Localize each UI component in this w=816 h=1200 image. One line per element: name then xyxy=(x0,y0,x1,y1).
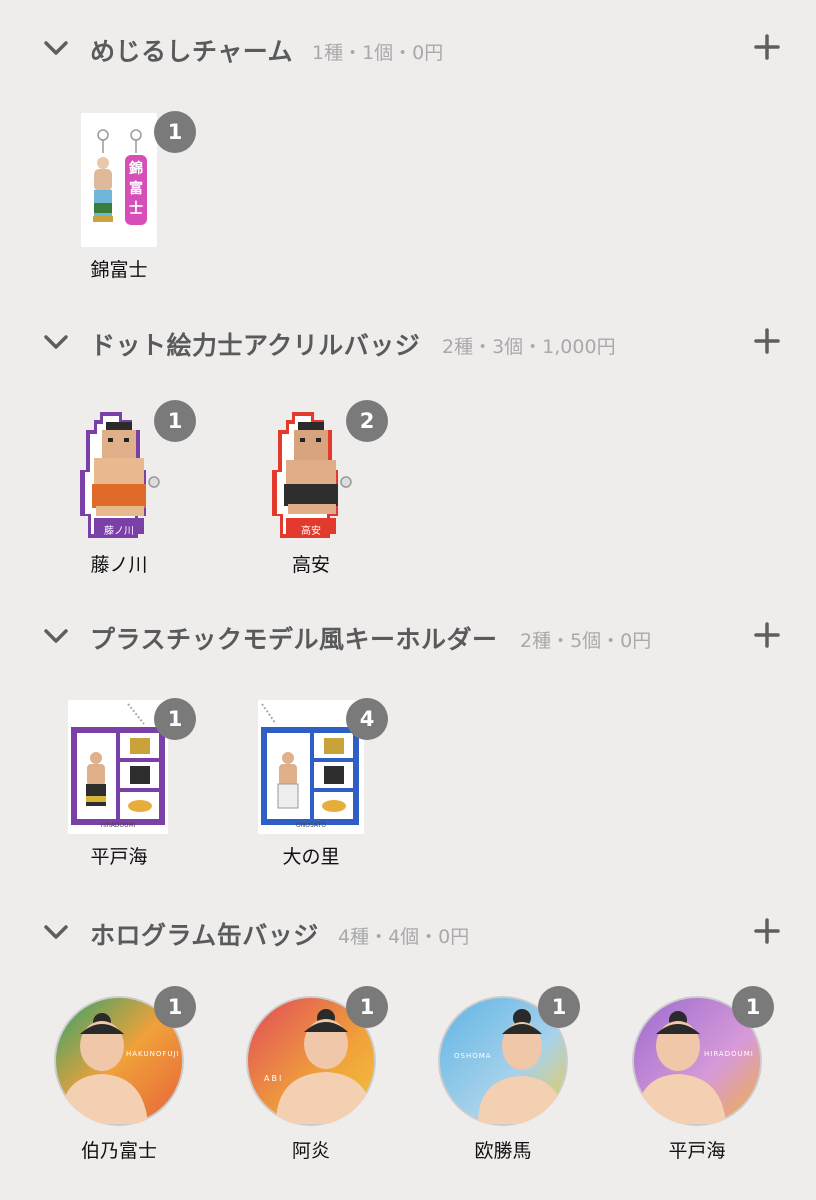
item-card[interactable]: ABI 1 阿炎 xyxy=(226,986,396,1168)
section-title: プラスチックモデル風キーホルダー xyxy=(90,625,498,654)
item-caption: ONOSATO xyxy=(296,822,326,829)
item-caption: ABI xyxy=(264,1074,284,1083)
chevron-down-icon[interactable] xyxy=(42,622,70,650)
count-badge: 1 xyxy=(154,698,196,740)
section-header: プラスチックモデル風キーホルダー 2種・5個・0円 xyxy=(0,616,816,656)
item-label: 平戸海 xyxy=(668,1140,726,1162)
item-image: HIRADOUMI xyxy=(68,700,168,834)
count-badge: 1 xyxy=(538,986,580,1028)
item-tag: 高安 xyxy=(301,526,321,537)
plus-icon[interactable] xyxy=(752,620,782,650)
item-caption: HIRADOUMI xyxy=(100,822,136,829)
section-summary: 2種・3個・1,000円 xyxy=(442,336,616,358)
item-card[interactable]: HIRADOUMI 1 平戸海 xyxy=(612,986,782,1168)
item-label: 欧勝馬 xyxy=(474,1140,532,1162)
item-caption: HIRADOUMI xyxy=(704,1050,754,1058)
item-label: 阿炎 xyxy=(291,1140,330,1162)
item-label: 大の里 xyxy=(282,846,340,868)
item-label: 平戸海 xyxy=(90,846,148,868)
plus-icon[interactable] xyxy=(752,916,782,946)
svg-text:錦: 錦 xyxy=(129,160,143,177)
item-label: 伯乃富士 xyxy=(80,1140,157,1162)
item-caption: OSHOMA xyxy=(454,1052,492,1060)
section-header: ドット絵力士アクリルバッジ 2種・3個・1,000円 xyxy=(0,322,816,362)
item-card[interactable]: 錦 富 士 1 錦富士 xyxy=(34,111,204,283)
svg-text:富: 富 xyxy=(129,180,143,197)
count-badge: 1 xyxy=(154,400,196,442)
section-summary: 2種・5個・0円 xyxy=(520,630,652,652)
chevron-down-icon[interactable] xyxy=(42,34,70,62)
item-image: 高安 xyxy=(266,406,358,544)
item-label: 高安 xyxy=(291,554,330,576)
section-title: めじるしチャーム xyxy=(90,37,294,66)
section-header: めじるしチャーム 1種・1個・0円 xyxy=(0,28,816,68)
item-image: 錦 富 士 xyxy=(81,113,157,247)
item-card[interactable]: OSHOMA 1 欧勝馬 xyxy=(418,986,588,1168)
section-summary: 1種・1個・0円 xyxy=(312,42,444,64)
section-title: ドット絵力士アクリルバッジ xyxy=(90,331,421,360)
count-badge: 4 xyxy=(346,698,388,740)
count-badge: 1 xyxy=(732,986,774,1028)
section-summary: 4種・4個・0円 xyxy=(338,926,470,948)
item-card[interactable]: HAKUNOFUJI 1 伯乃富士 xyxy=(34,986,204,1168)
plus-icon[interactable] xyxy=(752,326,782,356)
count-badge: 1 xyxy=(346,986,388,1028)
count-badge: 2 xyxy=(346,400,388,442)
svg-text:士: 士 xyxy=(129,200,143,217)
item-tag: 藤ノ川 xyxy=(104,526,134,537)
section-header: ホログラム缶バッジ 4種・4個・0円 xyxy=(0,912,816,952)
item-image: 藤ノ川 xyxy=(74,406,166,544)
chevron-down-icon[interactable] xyxy=(42,918,70,946)
chevron-down-icon[interactable] xyxy=(42,328,70,356)
item-label: 錦富士 xyxy=(90,259,148,281)
section-title: ホログラム缶バッジ xyxy=(90,921,319,950)
item-card[interactable]: HIRADOUMI 1 平戸海 xyxy=(34,698,204,880)
item-label: 藤ノ川 xyxy=(90,554,148,576)
item-card[interactable]: 藤ノ川 1 藤ノ川 xyxy=(34,400,204,582)
plus-icon[interactable] xyxy=(752,32,782,62)
count-badge: 1 xyxy=(154,111,196,153)
item-card[interactable]: ONOSATO 4 大の里 xyxy=(226,698,396,880)
item-card[interactable]: 高安 2 高安 xyxy=(226,400,396,582)
count-badge: 1 xyxy=(154,986,196,1028)
item-caption: HAKUNOFUJI xyxy=(126,1050,180,1058)
